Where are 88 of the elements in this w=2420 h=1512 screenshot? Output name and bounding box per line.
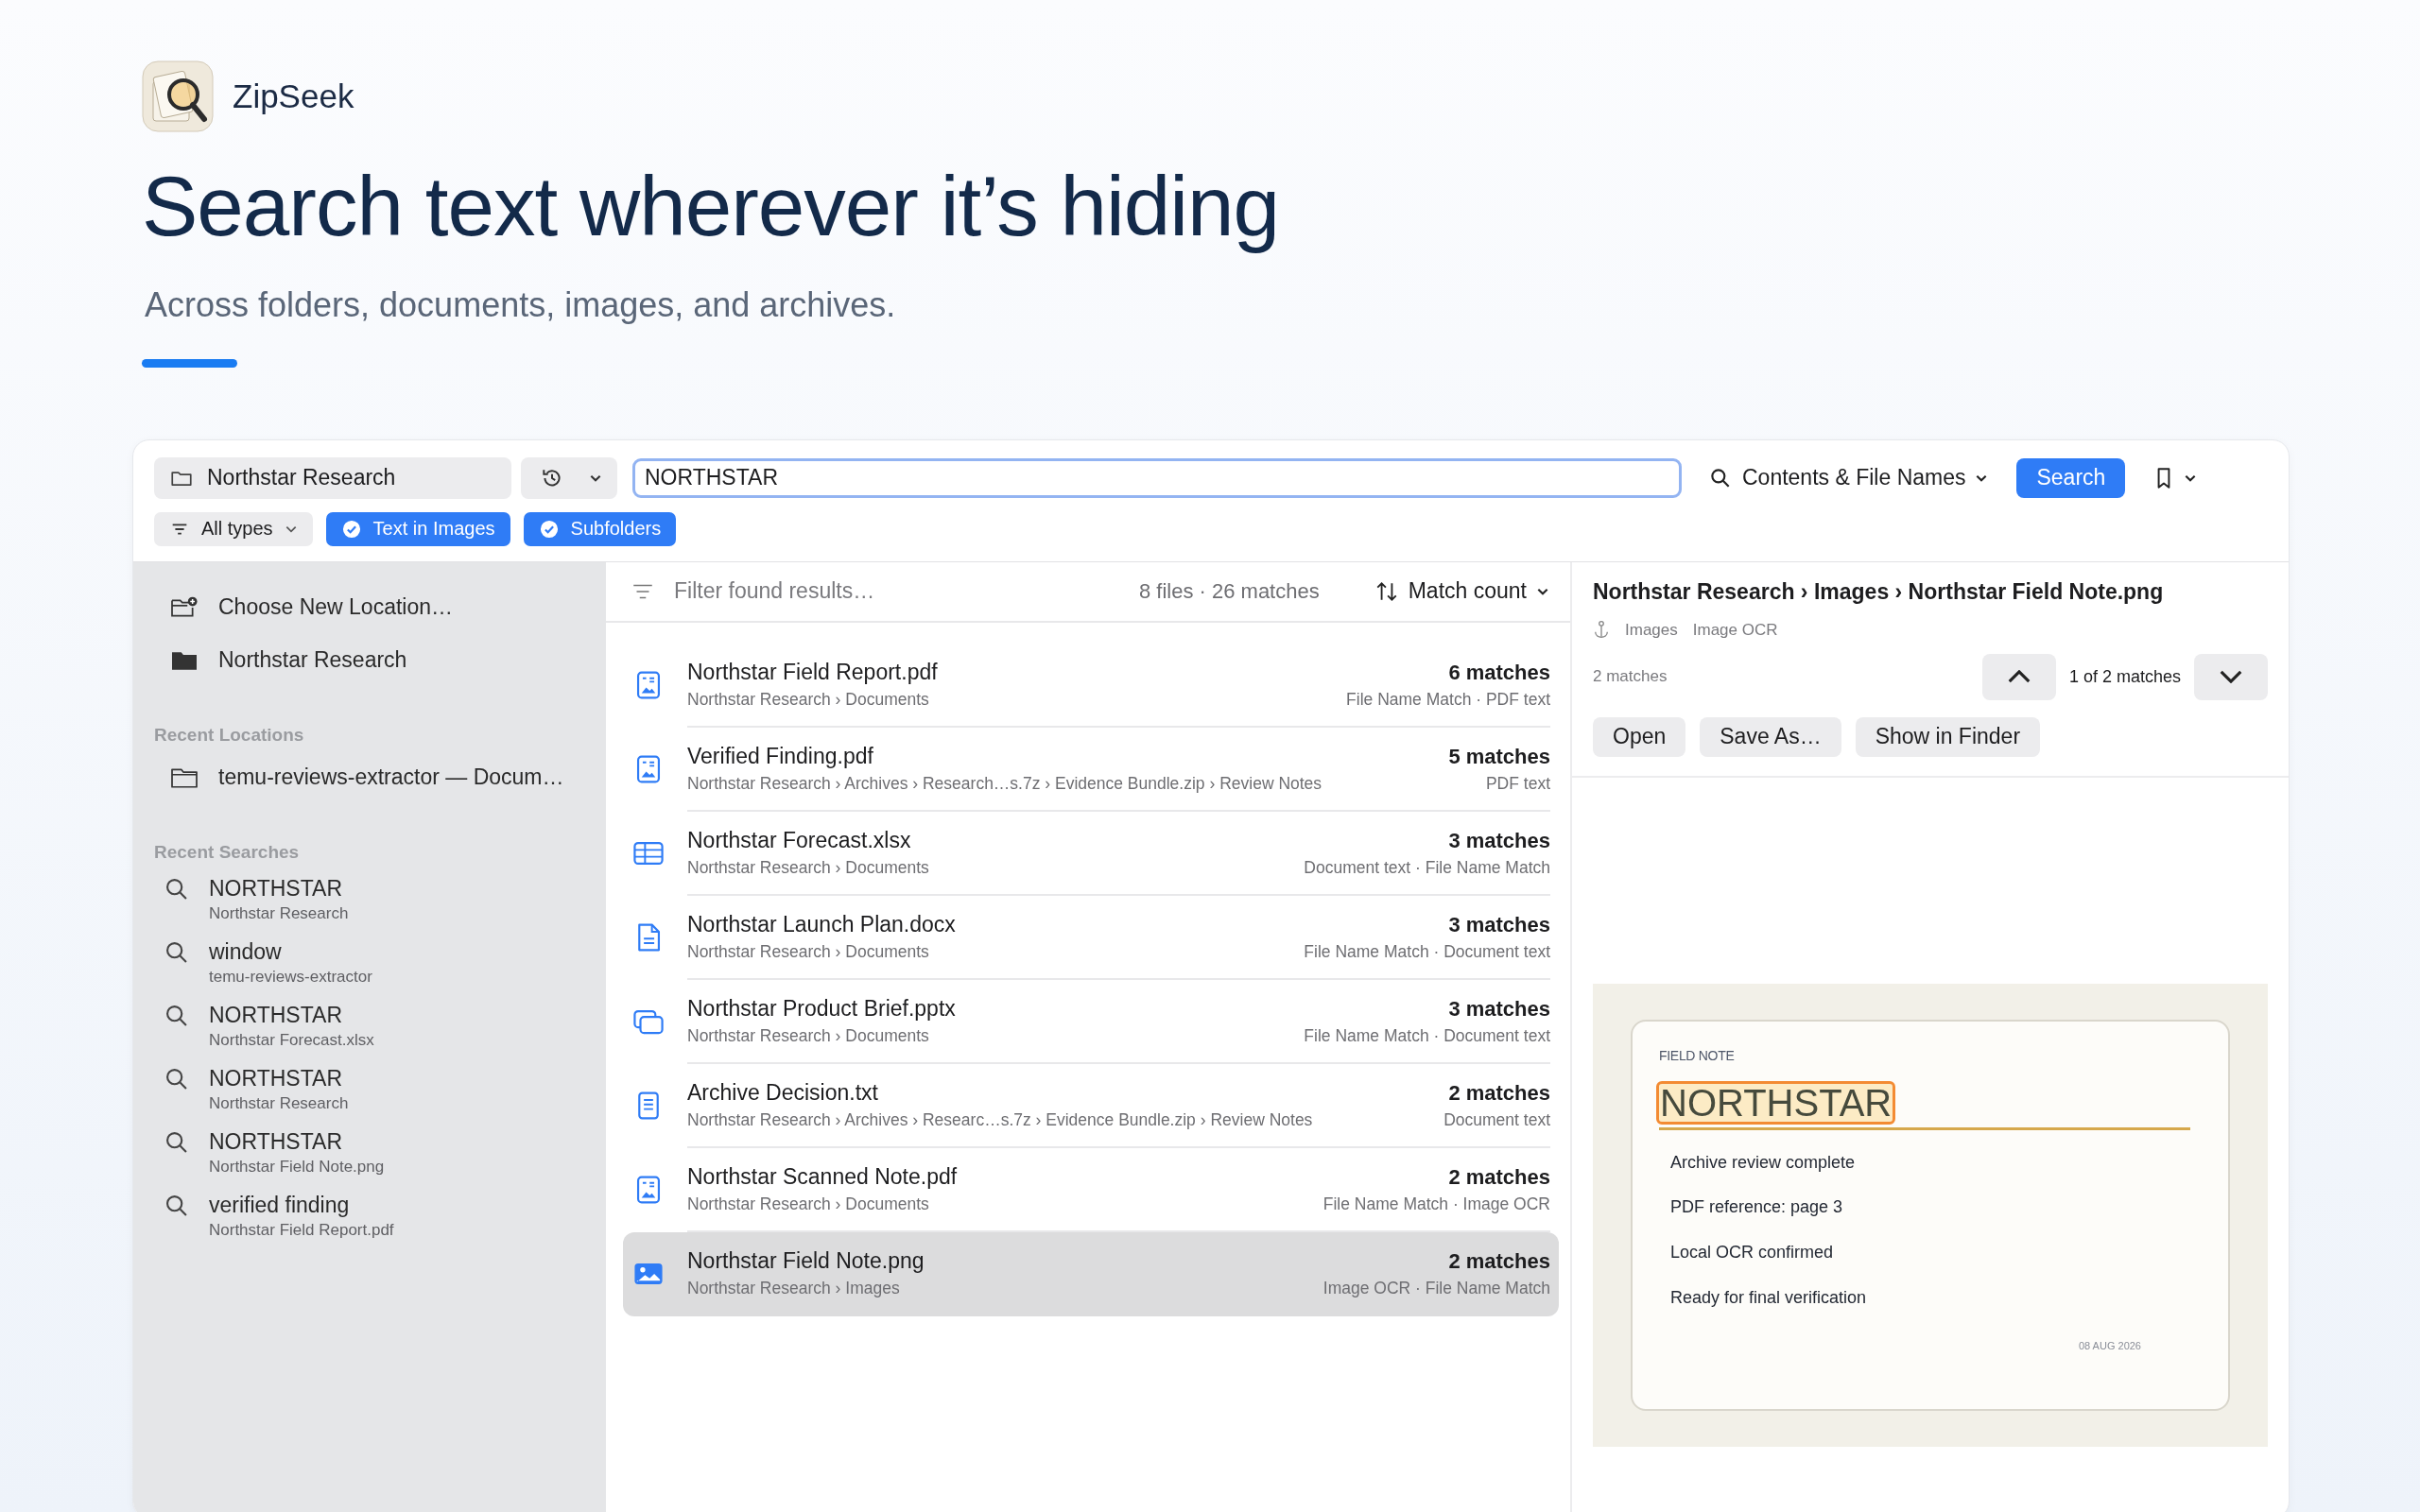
filter-toggle[interactable]: Text in Images: [325, 511, 510, 546]
results-summary: 8 files · 26 matches: [1138, 578, 1320, 604]
file-name: Northstar Scanned Note.pdf: [687, 1163, 958, 1190]
note-line: Archive review complete: [1670, 1152, 1857, 1174]
match-sources: Image OCR · File Name Match: [1322, 1278, 1550, 1298]
location-dropdown[interactable]: Northstar Research: [154, 456, 511, 499]
file-name: Northstar Launch Plan.docx: [687, 911, 956, 937]
match-count: 6 matches: [1448, 660, 1550, 685]
app-logo-icon: [142, 60, 214, 132]
result-row[interactable]: Northstar Product Brief.pptx 3 matches Northstar Research › Documents File Name Match · Document text: [623, 979, 1559, 1064]
file-name: Northstar Field Note.png: [687, 1247, 925, 1274]
app-name: ZipSeek: [233, 77, 354, 115]
chevron-down-icon: [2220, 670, 2242, 684]
result-row[interactable]: Northstar Field Report.pdf 6 matches Northstar Research › Documents File Name Match · PDF text: [623, 643, 1559, 728]
choose-location-item[interactable]: Choose New Location…: [154, 580, 589, 634]
card-label: FIELD NOTE: [1659, 1047, 1736, 1063]
note-line: Local OCR confirmed: [1670, 1243, 1835, 1263]
match-count: 3 matches: [1448, 828, 1550, 853]
subtitle: Across folders, documents, images, and archives.: [145, 284, 896, 325]
previous-match-button[interactable]: [1981, 653, 2056, 700]
result-row[interactable]: Verified Finding.pdf 5 matches Northstar Research › Archives › Research…s.7z › Evidence Bundle.zip › Review Notes PDF text: [623, 727, 1559, 812]
file-path: Northstar Research › Archives › Research…s.7z › Evidence Bundle.zip › Review Notes: [687, 773, 1322, 794]
sort-dropdown[interactable]: Match count: [1374, 578, 1549, 605]
match-sources: File Name Match · Document text: [1304, 1025, 1550, 1046]
match-count: 2 matches: [1448, 1080, 1550, 1106]
file-path: Northstar Research › Documents: [687, 941, 929, 962]
result-row[interactable]: Archive Decision.txt 2 matches Northstar Research › Archives › Researc…s.7z › Evidence Bundle.zip › Review Notes Document text: [623, 1063, 1559, 1148]
match-position: 1 of 2 matches: [2068, 666, 2181, 687]
card-date: 08 AUG 2026: [2078, 1340, 2141, 1352]
search-field[interactable]: NORTHSTAR: [632, 457, 1682, 498]
checkmark-icon: [538, 518, 560, 540]
match-sources: Document text · File Name Match: [1304, 857, 1550, 878]
file-tag: Image OCR: [1692, 620, 1778, 640]
recent-search-item[interactable]: NORTHSTAR Northstar Research: [154, 1057, 589, 1122]
match-count: 5 matches: [1448, 744, 1550, 769]
note-line: Ready for final verification: [1670, 1287, 1868, 1309]
file-path: Northstar Research › Documents: [687, 689, 929, 710]
recent-search-item[interactable]: NORTHSTAR Northstar Research: [154, 868, 589, 932]
headline: Search text wherever it’s hiding: [142, 161, 1280, 253]
action-button[interactable]: Show in Finder: [1855, 716, 2041, 757]
action-button[interactable]: Save As…: [1700, 716, 1841, 757]
file-path: Northstar Research › Archives › Researc…s.7z › Evidence Bundle.zip › Review Notes: [687, 1109, 1313, 1130]
match-count: 2 matches: [1448, 1164, 1550, 1190]
search-mode-dropdown[interactable]: Contents & File Names: [1693, 456, 2004, 499]
note-line: PDF reference: page 3: [1670, 1197, 1844, 1219]
recent-search-item[interactable]: window temu-reviews-extractor: [154, 931, 589, 995]
file-name: Verified Finding.pdf: [687, 743, 873, 769]
file-path: Northstar Research › Documents: [687, 857, 929, 878]
match-count: 3 matches: [1448, 912, 1550, 937]
next-match-button[interactable]: [2194, 653, 2268, 700]
file-breadcrumb: Northstar Research › Images › Northstar Field Note.png: [1593, 578, 2165, 605]
type-filter-dropdown[interactable]: All types: [154, 511, 313, 546]
file-name: Archive Decision.txt: [687, 1079, 878, 1106]
location-item[interactable]: Northstar Research: [154, 633, 589, 687]
match-total: 2 matches: [1593, 667, 1668, 687]
file-path: Northstar Research › Images: [687, 1278, 900, 1298]
file-path: Northstar Research › Documents: [687, 1025, 929, 1046]
result-row[interactable]: Northstar Field Note.png 2 matches Northstar Research › Images Image OCR · File Name Match: [623, 1231, 1559, 1316]
match-count: 3 matches: [1448, 996, 1550, 1022]
checkmark-icon: [340, 518, 362, 540]
filter-toggle[interactable]: Subfolders: [523, 511, 677, 546]
section-heading: Recent Locations: [154, 724, 305, 746]
result-row[interactable]: Northstar Launch Plan.docx 3 matches Northstar Research › Documents File Name Match · Document text: [623, 895, 1559, 980]
chevron-up-icon: [2007, 670, 2031, 684]
search-button[interactable]: Search: [2016, 457, 2126, 498]
file-name: Northstar Product Brief.pptx: [687, 995, 956, 1022]
match-sources: File Name Match · Document text: [1304, 941, 1550, 962]
file-path: Northstar Research › Documents: [687, 1194, 929, 1214]
card-heading: NORTHSTAR: [1659, 1083, 1893, 1122]
match-sources: PDF text: [1485, 773, 1550, 794]
file-name: Northstar Forecast.xlsx: [687, 827, 911, 853]
file-tag: Images: [1625, 620, 1678, 640]
recent-search-item[interactable]: NORTHSTAR Northstar Field Note.png: [154, 1121, 589, 1185]
match-count: 2 matches: [1448, 1248, 1550, 1274]
result-row[interactable]: Northstar Forecast.xlsx 3 matches Northstar Research › Documents Document text · File Name Match: [623, 811, 1559, 896]
match-sources: Document text: [1443, 1109, 1550, 1130]
section-heading: Recent Searches: [154, 841, 301, 863]
file-name: Northstar Field Report.pdf: [687, 659, 938, 685]
history-button[interactable]: [521, 456, 617, 499]
match-sources: File Name Match · Image OCR: [1322, 1194, 1550, 1214]
recent-search-item[interactable]: NORTHSTAR Northstar Forecast.xlsx: [154, 994, 589, 1058]
recent-search-item[interactable]: verified finding Northstar Field Report.pdf: [154, 1184, 589, 1248]
folder-plus-icon: [169, 594, 199, 620]
anchor-icon: [1593, 619, 1610, 641]
action-button[interactable]: Open: [1593, 716, 1686, 757]
filter-field[interactable]: Filter found results…: [672, 577, 1082, 606]
match-sources: File Name Match · PDF text: [1346, 689, 1550, 710]
recent-location-item[interactable]: temu-reviews-extractor — Docum…: [154, 750, 589, 804]
